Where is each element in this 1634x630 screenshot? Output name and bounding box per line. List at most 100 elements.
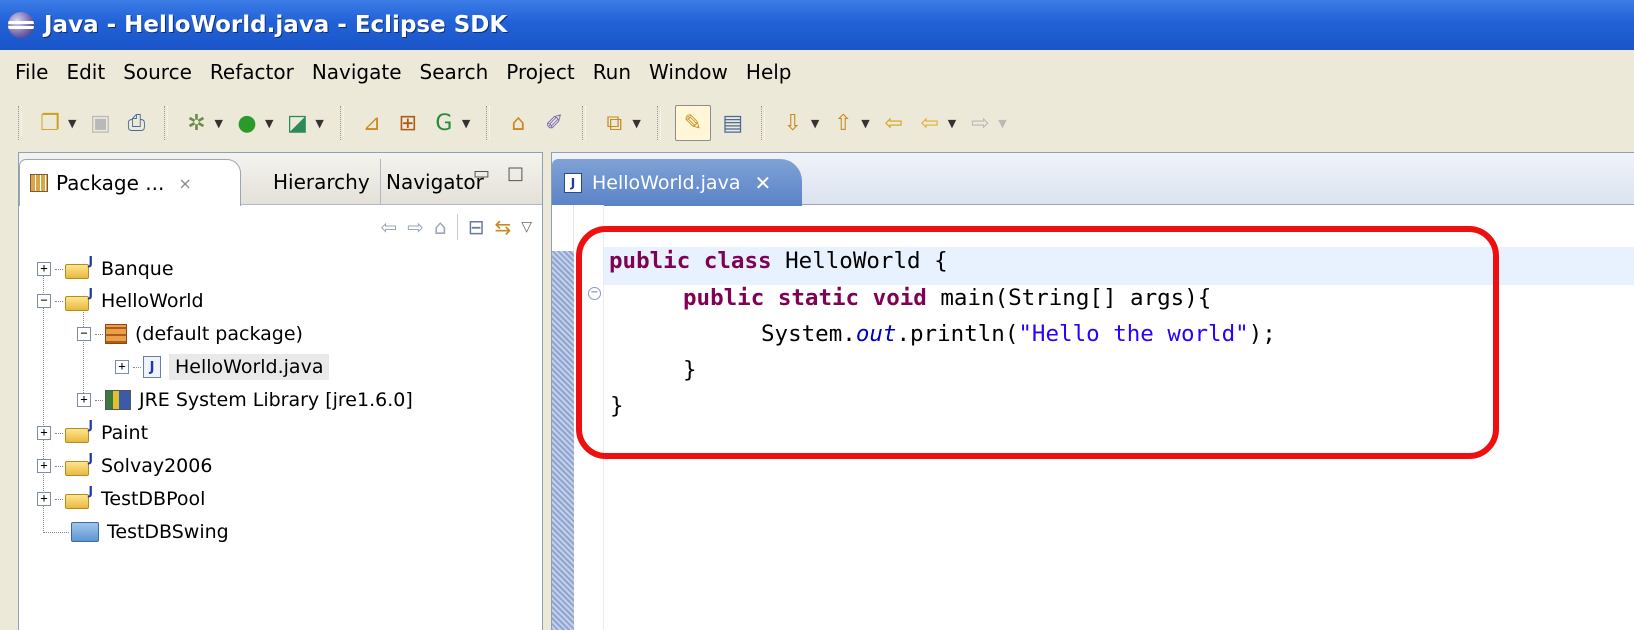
new-dropdown-icon[interactable]: ▼ bbox=[68, 117, 76, 130]
forward-dropdown-icon[interactable]: ▼ bbox=[998, 117, 1006, 130]
external-tools-dropdown-icon[interactable]: ▼ bbox=[315, 117, 323, 130]
open-perspective-dropdown-icon[interactable]: ▼ bbox=[632, 117, 640, 130]
expand-icon[interactable]: + bbox=[37, 262, 51, 276]
tree-item[interactable]: + JRE System Library [jre1.6.0] bbox=[77, 384, 413, 416]
editor-tab-label: HelloWorld.java bbox=[592, 171, 741, 194]
java-project-icon: J bbox=[65, 254, 93, 280]
folder-icon bbox=[71, 522, 99, 542]
tree-connector bbox=[55, 268, 63, 270]
open-type-icon[interactable]: ⌂ bbox=[504, 109, 532, 137]
back-icon[interactable]: ⇦ bbox=[380, 215, 397, 239]
code-area[interactable]: public class HelloWorld { public static … bbox=[604, 205, 1634, 630]
search-icon[interactable]: ✐ bbox=[540, 109, 568, 137]
tree-item[interactable]: + J Banque bbox=[37, 253, 174, 285]
expand-icon[interactable]: + bbox=[37, 492, 51, 506]
tree-item[interactable]: + J Solvay2006 bbox=[37, 450, 212, 482]
menu-edit[interactable]: Edit bbox=[57, 60, 114, 84]
new-java-project-icon[interactable]: ⊿ bbox=[358, 109, 386, 137]
tab-package-explorer-label: Package ... bbox=[56, 171, 165, 195]
tree-item[interactable]: − (default package) bbox=[77, 318, 303, 350]
expand-icon[interactable]: + bbox=[115, 360, 129, 374]
tree-connector bbox=[55, 498, 63, 500]
new-class-icon[interactable]: G bbox=[430, 109, 458, 137]
tree-item-label: Paint bbox=[101, 422, 149, 444]
expand-icon[interactable]: + bbox=[37, 426, 51, 440]
collapse-icon[interactable]: − bbox=[77, 327, 91, 341]
menu-run[interactable]: Run bbox=[584, 60, 640, 84]
tree-item-label: HelloWorld bbox=[101, 290, 204, 312]
panel-divider[interactable] bbox=[543, 152, 551, 630]
back-icon[interactable]: ⇦ bbox=[916, 109, 944, 137]
previous-annotation-icon[interactable]: ⇧ bbox=[829, 109, 857, 137]
close-view-icon[interactable]: ⨯ bbox=[178, 174, 191, 193]
last-edit-location-icon[interactable]: ⇦ bbox=[880, 109, 908, 137]
menu-refactor[interactable]: Refactor bbox=[201, 60, 303, 84]
tree-item-label: HelloWorld.java bbox=[169, 354, 330, 380]
tree-connector bbox=[55, 432, 63, 434]
menu-bar: File Edit Source Refactor Navigate Searc… bbox=[0, 50, 1634, 94]
previous-annotation-dropdown-icon[interactable]: ▼ bbox=[861, 117, 869, 130]
tab-hierarchy[interactable]: Hierarchy bbox=[263, 159, 381, 205]
link-with-editor-icon[interactable]: ⇆ bbox=[494, 215, 511, 239]
menu-navigate[interactable]: Navigate bbox=[303, 60, 411, 84]
tree-item[interactable]: + J HelloWorld.java bbox=[115, 351, 330, 383]
tree-item[interactable]: + J Paint bbox=[37, 417, 148, 449]
collapse-all-icon[interactable]: ⊟ bbox=[468, 215, 485, 239]
forward-icon[interactable]: ⇨ bbox=[407, 215, 424, 239]
tree-item[interactable]: − J HelloWorld bbox=[37, 285, 204, 317]
debug-dropdown-icon[interactable]: ▼ bbox=[214, 117, 222, 130]
menu-project[interactable]: Project bbox=[497, 60, 583, 84]
tab-package-explorer[interactable]: Package ... ⨯ bbox=[19, 159, 241, 206]
java-project-icon: J bbox=[65, 286, 93, 312]
code-line-3: System.out.println("Hello the world"); bbox=[761, 321, 1276, 347]
toolbar-separator bbox=[339, 106, 344, 140]
code-line-1: public class HelloWorld { bbox=[609, 248, 948, 274]
tree-item[interactable]: + J TestDBPool bbox=[37, 483, 205, 515]
expand-icon[interactable]: + bbox=[77, 393, 91, 407]
java-project-icon: J bbox=[65, 451, 93, 477]
code-line-2: public static void main(String[] args){ bbox=[683, 285, 1212, 311]
fold-collapse-icon[interactable]: − bbox=[588, 287, 601, 300]
menu-source[interactable]: Source bbox=[114, 60, 201, 84]
tree-connector bbox=[133, 366, 141, 368]
code-editor: J HelloWorld.java ✕ − public class Hello… bbox=[551, 152, 1634, 630]
tree-item-label: TestDBPool bbox=[101, 488, 206, 510]
print-icon[interactable]: ⎙ bbox=[122, 109, 150, 137]
open-perspective-icon[interactable]: ⧉ bbox=[600, 109, 628, 137]
run-icon[interactable]: ● bbox=[233, 109, 261, 137]
tab-helloworld-java[interactable]: J HelloWorld.java ✕ bbox=[552, 159, 802, 206]
menu-help[interactable]: Help bbox=[737, 60, 801, 84]
toolbar-separator bbox=[486, 106, 491, 140]
collapse-icon[interactable]: − bbox=[37, 294, 51, 308]
package-explorer-panel: Package ... ⨯ Hierarchy Navigator ▭ □ ⇦ … bbox=[18, 152, 543, 630]
tree-item[interactable]: TestDBSwing bbox=[43, 516, 229, 548]
up-icon[interactable]: ⌂ bbox=[434, 215, 447, 239]
external-tools-icon[interactable]: ◪ bbox=[283, 109, 311, 137]
toolbar-separator bbox=[164, 106, 169, 140]
java-project-icon: J bbox=[65, 418, 93, 444]
new-class-dropdown-icon[interactable]: ▼ bbox=[462, 117, 470, 130]
tree-connector bbox=[95, 399, 103, 401]
back-dropdown-icon[interactable]: ▼ bbox=[948, 117, 956, 130]
forward-icon[interactable]: ⇨ bbox=[966, 109, 994, 137]
debug-icon[interactable]: ✲ bbox=[182, 109, 210, 137]
next-annotation-icon[interactable]: ⇩ bbox=[779, 109, 807, 137]
new-package-icon[interactable]: ⊞ bbox=[394, 109, 422, 137]
new-icon[interactable]: ❐ bbox=[36, 109, 64, 137]
show-source-icon[interactable]: ▤ bbox=[719, 109, 747, 137]
maximize-icon[interactable]: □ bbox=[507, 163, 524, 184]
toggle-mark-occurrences-icon[interactable]: ✎ bbox=[674, 105, 711, 141]
menu-search[interactable]: Search bbox=[411, 60, 498, 84]
close-icon[interactable]: ✕ bbox=[754, 171, 771, 195]
run-dropdown-icon[interactable]: ▼ bbox=[265, 117, 273, 130]
tree-connector bbox=[43, 531, 69, 533]
editor-tabs: J HelloWorld.java ✕ bbox=[552, 153, 1634, 206]
save-icon[interactable]: ▣ bbox=[86, 109, 114, 137]
view-menu-icon[interactable]: ▽ bbox=[521, 219, 532, 235]
minimize-icon[interactable]: ▭ bbox=[473, 163, 490, 184]
menu-file[interactable]: File bbox=[6, 60, 57, 84]
menu-window[interactable]: Window bbox=[640, 60, 737, 84]
next-annotation-dropdown-icon[interactable]: ▼ bbox=[811, 117, 819, 130]
toolbar-separator bbox=[582, 106, 587, 140]
expand-icon[interactable]: + bbox=[37, 459, 51, 473]
